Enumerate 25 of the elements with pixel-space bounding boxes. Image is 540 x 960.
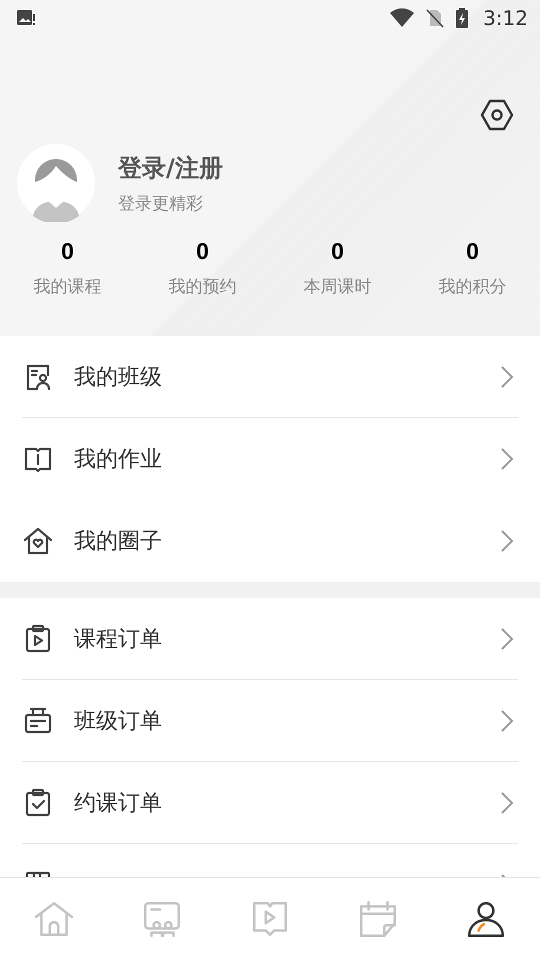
chevron-right-icon: [500, 528, 514, 552]
chevron-right-icon: [500, 626, 514, 650]
wifi-icon: [389, 8, 416, 28]
menu-row[interactable]: 我的圈子: [22, 500, 518, 582]
chevron-right-icon: [500, 446, 514, 470]
battery-charging-icon: [455, 7, 470, 29]
login-subtitle: 登录更精彩: [118, 192, 204, 214]
avatar-icon[interactable]: [17, 144, 95, 222]
login-title[interactable]: 登录/注册: [118, 152, 223, 184]
menu-row[interactable]: 约课订单: [22, 762, 518, 844]
stat-value: 0: [331, 238, 344, 265]
settings-icon[interactable]: [480, 98, 514, 132]
no-sim-icon: [425, 8, 446, 28]
stat-value: 0: [196, 238, 209, 265]
menu-row[interactable]: 我的班级: [22, 336, 518, 418]
menu-row[interactable]: 课程订单: [22, 598, 518, 680]
chevron-right-icon: [500, 790, 514, 814]
clock-time: 3:12: [483, 6, 528, 30]
chevron-right-icon: [500, 364, 514, 388]
stat-value: 0: [61, 238, 74, 265]
image-alert-icon: [16, 8, 36, 28]
stat-value: 0: [466, 238, 479, 265]
chevron-right-icon: [500, 708, 514, 732]
menu-row[interactable]: 班级订单: [22, 680, 518, 762]
menu-row[interactable]: 我的作业: [22, 418, 518, 500]
